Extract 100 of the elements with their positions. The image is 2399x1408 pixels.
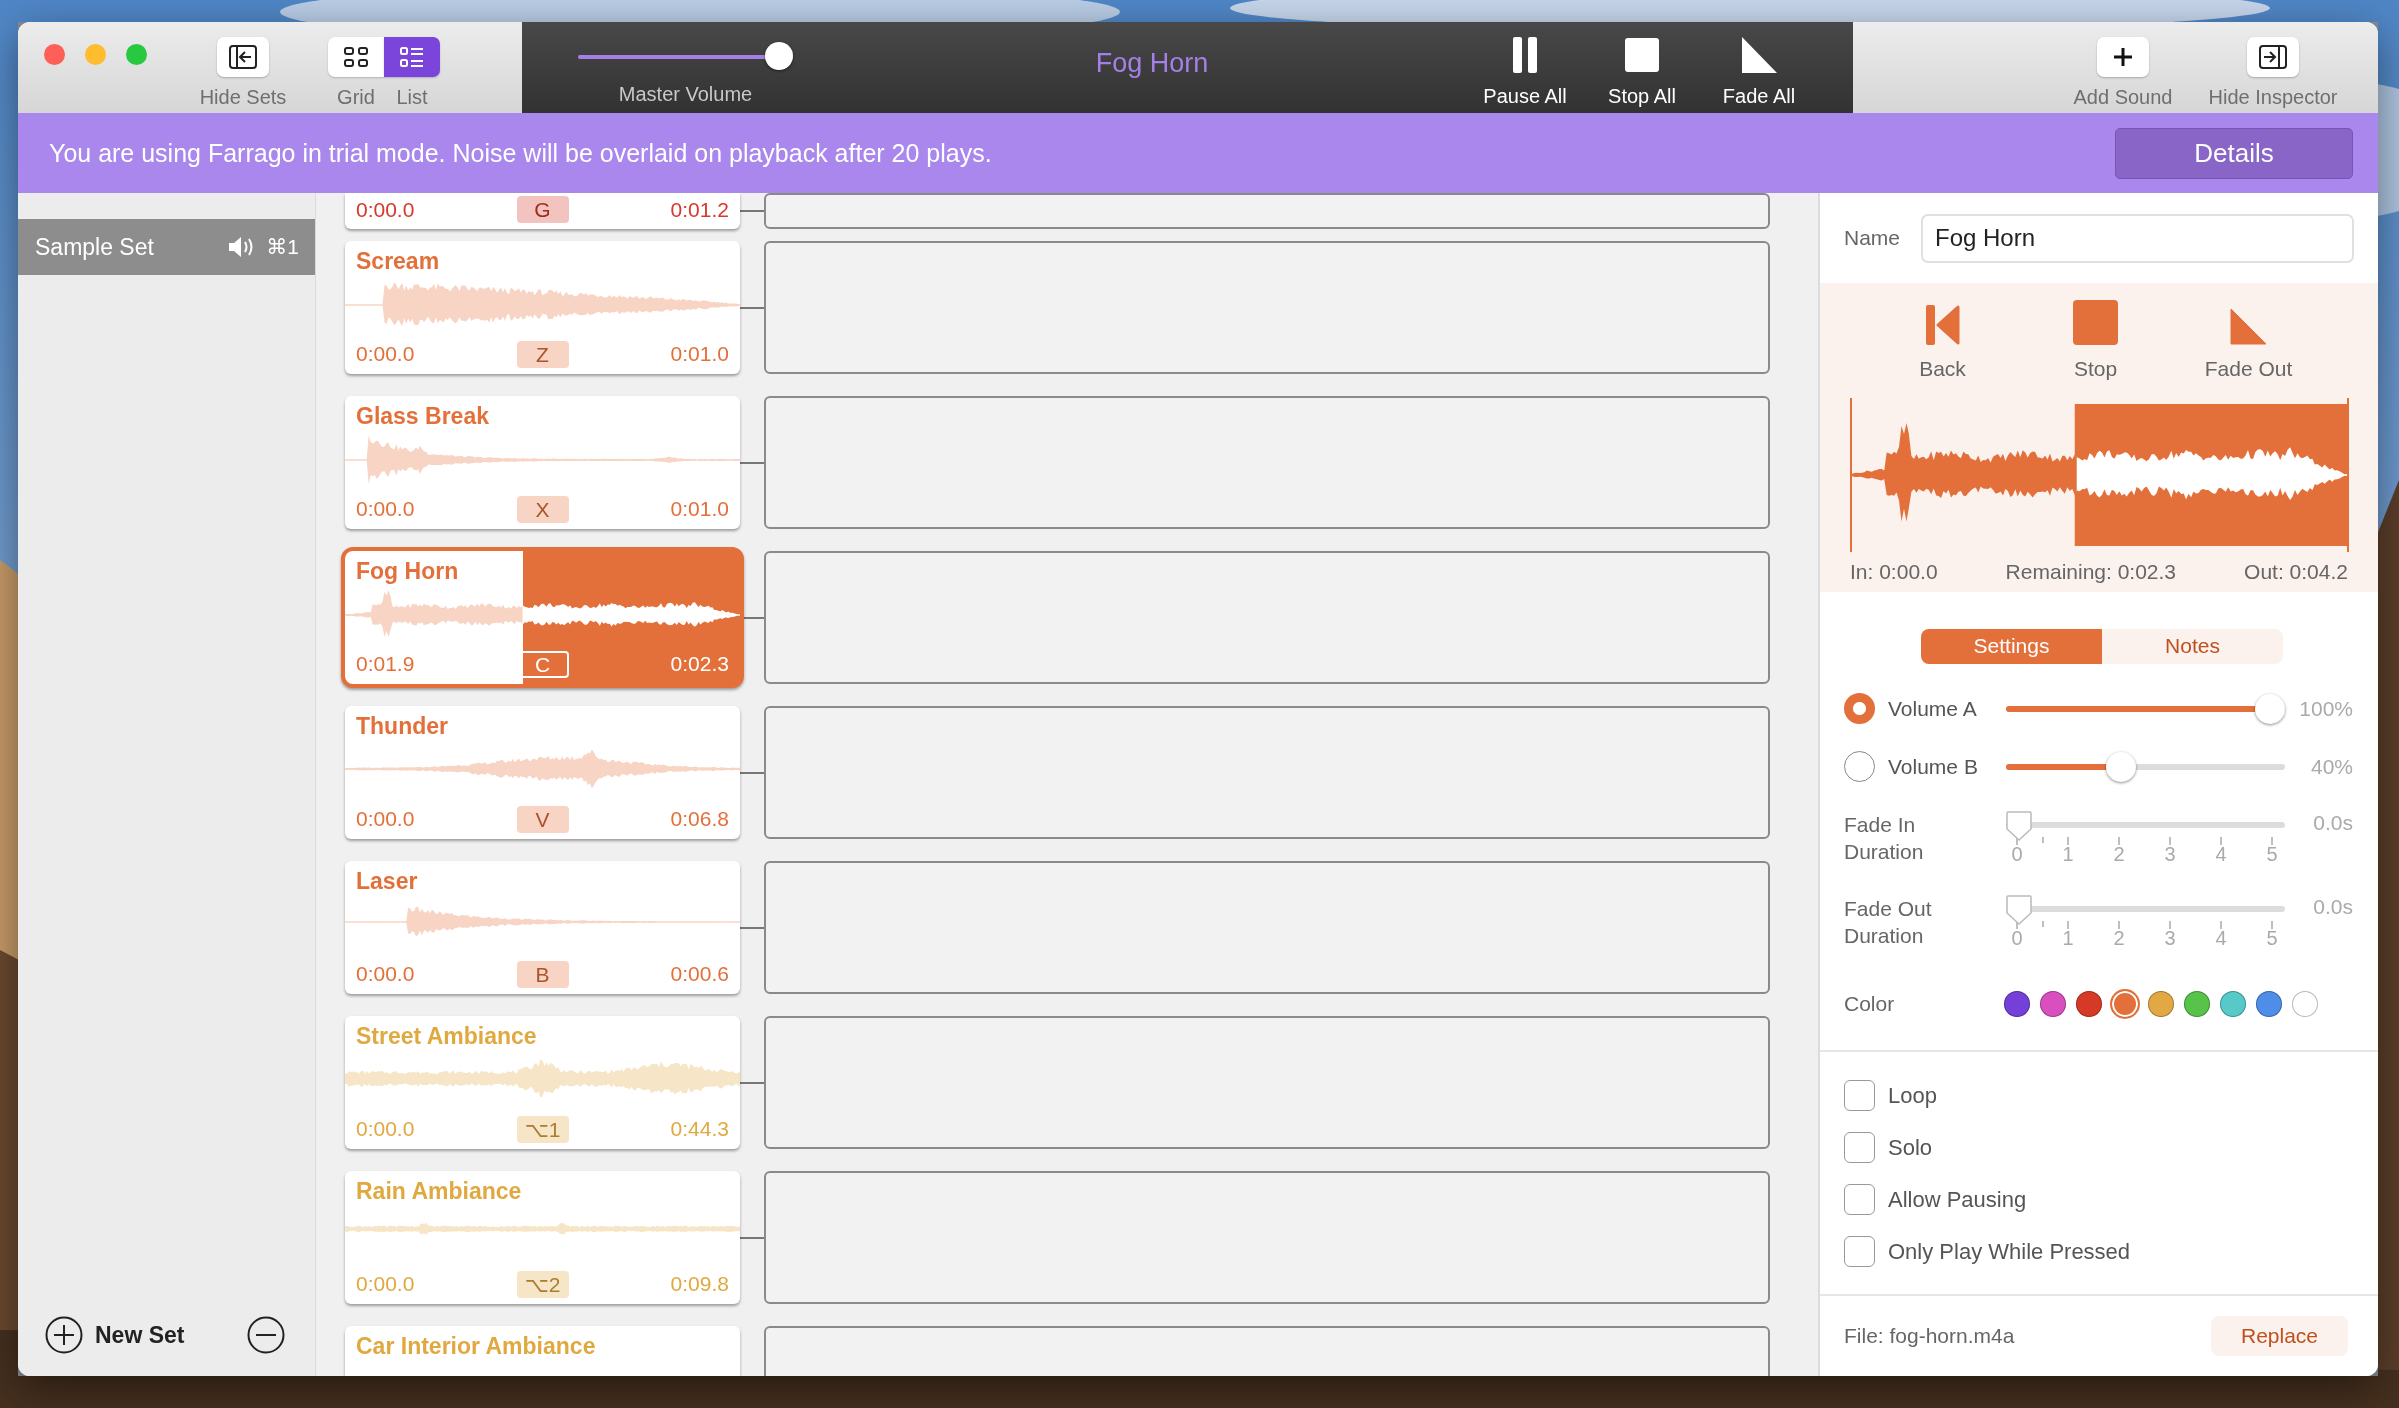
shortcut-key: Z	[516, 340, 569, 368]
tick-label: 4	[2214, 842, 2228, 866]
trial-message: You are using Farrago in trial mode. Noise will be overlaid on playback after 20 plays.	[49, 138, 992, 168]
sound-title: Fog Horn	[355, 557, 460, 585]
shortcut-key: V	[516, 805, 569, 833]
checkbox[interactable]	[1844, 1184, 1875, 1216]
end-time: 0:06.8	[669, 807, 729, 832]
sound-card[interactable]: Glass Break 0:00.0 X 0:01.0	[345, 396, 740, 529]
checkbox[interactable]	[1844, 1132, 1875, 1164]
tick-label: 5	[2265, 842, 2279, 866]
view-tab[interactable]: Grid	[328, 22, 384, 109]
field-label: Name	[1844, 226, 1902, 251]
skip-back-icon	[1925, 305, 1960, 346]
volume-slider[interactable]	[2006, 751, 2285, 782]
toolbar-button[interactable]: Fade All	[1704, 22, 1814, 108]
set-item[interactable]: Sample Set ⌘1	[18, 219, 315, 275]
minus-circle-icon[interactable]	[247, 1316, 285, 1354]
toolbar-button[interactable]: Hide Inspector	[2208, 22, 2338, 109]
details-button[interactable]: Details	[2115, 127, 2353, 179]
start-time: 0:00.0	[356, 807, 416, 832]
sound-card[interactable]: 0:00.0 G 0:01.2	[345, 193, 740, 229]
duration-slider[interactable]: 0 1 2 3 4 5	[2006, 810, 2285, 871]
checkbox[interactable]	[1844, 1236, 1875, 1268]
radio-button[interactable]	[1844, 751, 1875, 783]
remaining-time: Remaining: 0:02.3	[2005, 560, 2177, 585]
sound-card[interactable]: Car Interior Ambiance	[345, 1326, 740, 1376]
shortcut-key: ⌥2	[516, 1271, 569, 1298]
sound-title: Rain Ambiance	[355, 1177, 523, 1205]
name-field[interactable]: Fog Horn	[1921, 213, 2354, 263]
sound-title: Car Interior Ambiance	[355, 1332, 597, 1360]
tick-label: 1	[2061, 842, 2075, 866]
sound-card[interactable]: Thunder 0:00.0 V 0:06.8	[345, 706, 740, 839]
transport-button[interactable]: Fade Out	[2172, 283, 2325, 399]
list-icon	[400, 47, 424, 67]
close-button[interactable]	[44, 44, 65, 65]
start-time: 0:01.9	[356, 652, 416, 677]
volume-slider[interactable]	[578, 42, 793, 72]
transport-button[interactable]: Back	[1866, 283, 2019, 399]
slider-reading: 0.0s	[2312, 810, 2353, 835]
stop-icon	[2073, 300, 2118, 346]
start-time: 0:00.0	[356, 1272, 416, 1297]
start-time: 0:00.0	[356, 342, 416, 367]
checkbox-label: Solo	[1888, 1134, 1933, 1161]
radio-label: Volume A	[1888, 696, 1978, 721]
plus-icon	[2113, 47, 2133, 67]
tab[interactable]: Notes	[2102, 628, 2283, 664]
tick-label: 3	[2163, 926, 2177, 950]
volume-slider[interactable]	[2006, 693, 2285, 724]
sound-card[interactable]: Scream 0:00.0 Z 0:01.0	[345, 241, 740, 374]
duration-slider[interactable]: 0 1 2 3 4 5	[2006, 894, 2285, 955]
slider-thumb[interactable]	[2006, 810, 2032, 841]
window-title: Fog Horn	[1094, 47, 1210, 79]
sidebar-collapse-icon	[2259, 45, 2287, 69]
sound-card[interactable]: Street Ambiance 0:00.0 ⌥1 0:44.3	[345, 1016, 740, 1149]
tick-label: 1	[2061, 926, 2075, 950]
sound-title: Thunder	[355, 712, 449, 740]
sound-card[interactable]: Fog Horn 0:01.9 C 0:02.3	[341, 547, 744, 688]
toolbar-button[interactable]: Pause All	[1470, 22, 1580, 108]
slider-reading: 100%	[2298, 696, 2353, 721]
toolbar-button[interactable]: Stop All	[1587, 22, 1697, 108]
tick-label: 2	[2112, 926, 2126, 950]
file-name: File: fog-horn.m4a	[1844, 1323, 2015, 1348]
slider-thumb[interactable]	[2006, 894, 2032, 925]
tab[interactable]: Settings	[1921, 628, 2102, 664]
checkbox-label: Loop	[1888, 1082, 1937, 1109]
transport-button[interactable]: Stop	[2019, 283, 2172, 399]
zoom-button[interactable]	[126, 44, 147, 65]
slider-reading: 0.0s	[2312, 894, 2353, 919]
end-time: 0:01.2	[669, 197, 729, 222]
color-label: Color	[1844, 992, 1896, 1017]
set-name: Sample Set	[35, 233, 155, 261]
shortcut-key: X	[516, 496, 569, 523]
fade-icon	[2230, 308, 2267, 346]
color-swatch[interactable]	[2110, 989, 2140, 1020]
slider-reading: 40%	[2309, 754, 2353, 779]
tick-label: 5	[2265, 926, 2279, 950]
shortcut-label: ⌘1	[266, 235, 299, 259]
new-set-button[interactable]: New Set	[45, 1316, 185, 1354]
sound-card[interactable]: Rain Ambiance 0:00.0 ⌥2 0:09.8	[345, 1171, 740, 1304]
toolbar-button[interactable]: Add Sound	[2058, 22, 2188, 109]
end-time: 0:01.0	[669, 497, 729, 522]
replace-button[interactable]: Replace	[2211, 1315, 2348, 1356]
end-time: 0:44.3	[669, 1117, 729, 1142]
start-time: 0:00.0	[356, 962, 416, 987]
end-time: 0:02.3	[669, 652, 729, 677]
toolbar-button[interactable]: Hide Sets	[188, 22, 298, 109]
tick-label: 2	[2112, 842, 2126, 866]
slider-label: Master Volume	[618, 83, 753, 106]
start-time: 0:00.0	[356, 197, 416, 222]
tick-label: 0	[2010, 842, 2024, 866]
sound-title: Glass Break	[355, 402, 490, 430]
sound-card[interactable]: Laser 0:00.0 B 0:00.6	[345, 861, 740, 994]
tick-label: 4	[2214, 926, 2228, 950]
radio-button[interactable]	[1844, 693, 1875, 725]
end-time: 0:00.6	[669, 962, 729, 987]
checkbox[interactable]	[1844, 1080, 1875, 1112]
slider-label: Fade In Duration	[1844, 811, 1925, 865]
shortcut-key: B	[516, 961, 569, 988]
fade-icon	[1741, 37, 1777, 73]
view-tab[interactable]: List	[384, 22, 440, 109]
